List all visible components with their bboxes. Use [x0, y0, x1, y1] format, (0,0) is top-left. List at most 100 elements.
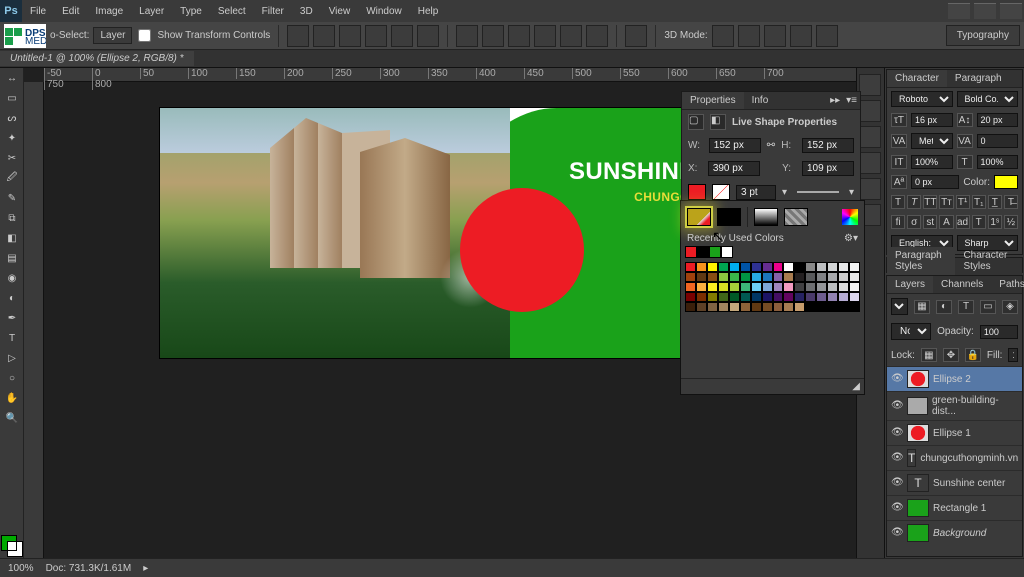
swatch-preset-pattern[interactable] [784, 208, 808, 226]
layer-row[interactable]: 👁Background [887, 520, 1022, 545]
link-wh-icon[interactable]: ⚯ [767, 140, 775, 151]
workspace-switcher[interactable]: Typography [946, 25, 1020, 46]
wand-tool-icon[interactable]: ✦ [0, 128, 24, 148]
brush-tool-icon[interactable]: ✎ [0, 188, 24, 208]
color-swatch[interactable] [707, 302, 718, 312]
path-tool-icon[interactable]: ▷ [0, 348, 24, 368]
filter-img-icon[interactable]: ▦ [914, 300, 930, 314]
gradient-tool-icon[interactable]: ▤ [0, 248, 24, 268]
color-swatch[interactable] [718, 302, 729, 312]
opacity-input[interactable] [980, 325, 1018, 339]
color-swatch[interactable] [696, 262, 707, 272]
color-swatch[interactable] [740, 262, 751, 272]
opentype-icon[interactable]: fi [891, 215, 905, 229]
color-swatch[interactable] [762, 292, 773, 302]
filter-shape-icon[interactable]: ▭ [980, 300, 996, 314]
color-swatch[interactable] [783, 302, 794, 312]
resize-grip-icon[interactable]: ◢ [852, 381, 860, 392]
menu-edit[interactable]: Edit [54, 2, 87, 21]
kerning-select[interactable]: Metrics [911, 133, 953, 149]
swatch-preset-solid[interactable] [717, 208, 741, 226]
panel-menu-icon[interactable]: ▾≡ [843, 92, 860, 109]
color-swatch[interactable] [794, 282, 805, 292]
font-family-select[interactable]: Roboto [891, 91, 953, 107]
filter-smart-icon[interactable]: ◈ [1002, 300, 1018, 314]
color-swatch[interactable] [685, 272, 696, 282]
smallcaps-icon[interactable]: Tᴛ [939, 195, 953, 209]
color-swatch[interactable] [751, 262, 762, 272]
lock-pixels-icon[interactable]: ▦ [921, 348, 937, 362]
color-swatch[interactable] [827, 282, 838, 292]
superscript-icon[interactable]: T¹ [956, 195, 970, 209]
menu-view[interactable]: View [321, 2, 359, 21]
menu-select[interactable]: Select [210, 2, 254, 21]
hand-tool-icon[interactable]: ✋ [0, 388, 24, 408]
color-swatch[interactable] [838, 262, 849, 272]
doc-info[interactable]: Doc: 731.3K/1.61M [46, 563, 132, 574]
color-swatch[interactable] [762, 302, 773, 312]
tab-paths[interactable]: Paths [991, 276, 1024, 293]
underline-icon[interactable]: T̲ [988, 195, 1002, 209]
recent-swatch[interactable] [721, 246, 733, 258]
3d-mode-icon[interactable] [816, 25, 838, 47]
color-swatch[interactable] [696, 272, 707, 282]
color-swatch[interactable] [794, 262, 805, 272]
color-swatch[interactable] [740, 302, 751, 312]
color-swatch[interactable] [685, 292, 696, 302]
tab-properties[interactable]: Properties [682, 92, 744, 109]
shape-tool-icon[interactable]: ○ [0, 368, 24, 388]
distribute-icon[interactable] [534, 25, 556, 47]
color-swatch[interactable] [849, 292, 860, 302]
font-size-input[interactable] [911, 113, 953, 127]
crop-tool-icon[interactable]: ✂ [0, 148, 24, 168]
color-swatch[interactable] [805, 262, 816, 272]
color-swatch[interactable] [827, 292, 838, 302]
tracking-input[interactable] [977, 134, 1019, 148]
adjustments-dock-icon[interactable] [859, 178, 881, 200]
color-swatch[interactable] [762, 272, 773, 282]
color-swatch[interactable] [718, 272, 729, 282]
color-swatch[interactable] [838, 272, 849, 282]
stroke-width-input[interactable] [736, 185, 776, 200]
ellipse-shape[interactable] [460, 188, 584, 312]
color-swatch[interactable] [696, 302, 707, 312]
3d-mode-icon[interactable] [790, 25, 812, 47]
y-input[interactable] [802, 161, 854, 176]
color-swatch[interactable] [773, 302, 784, 312]
show-transform-checkbox[interactable] [138, 29, 151, 42]
color-swatch[interactable] [729, 282, 740, 292]
maximize-button[interactable] [974, 3, 996, 19]
strike-icon[interactable]: T̶ [1004, 195, 1018, 209]
opentype-icon[interactable]: ½ [1004, 215, 1018, 229]
font-style-select[interactable]: Bold Co... [957, 91, 1019, 107]
recent-swatch[interactable] [697, 246, 709, 258]
color-swatch[interactable] [783, 272, 794, 282]
tab-info[interactable]: Info [744, 92, 777, 109]
stroke-color-swatch[interactable] [712, 184, 730, 200]
gear-icon[interactable]: ⚙▾ [844, 233, 858, 244]
tab-paragraph[interactable]: Paragraph [947, 70, 1010, 87]
info-chevron-icon[interactable]: ▸ [143, 563, 148, 574]
tab-paragraph-styles[interactable]: Paragraph Styles [887, 247, 955, 275]
text-color-swatch[interactable] [994, 175, 1018, 189]
color-swatch[interactable] [794, 272, 805, 282]
color-swatch[interactable] [816, 282, 827, 292]
menu-type[interactable]: Type [172, 2, 210, 21]
marquee-tool-icon[interactable]: ▭ [0, 88, 24, 108]
layer-row[interactable]: 👁Ellipse 1 [887, 420, 1022, 445]
color-swatch[interactable] [740, 272, 751, 282]
color-swatch[interactable] [773, 272, 784, 282]
color-swatch[interactable] [816, 302, 827, 312]
color-swatch[interactable] [849, 262, 860, 272]
visibility-icon[interactable]: 👁 [891, 452, 903, 464]
color-swatch[interactable] [849, 302, 860, 312]
stamp-tool-icon[interactable]: ⧉ [0, 208, 24, 228]
menu-image[interactable]: Image [87, 2, 131, 21]
color-swatch[interactable] [707, 282, 718, 292]
visibility-icon[interactable]: 👁 [891, 373, 903, 385]
distribute-icon[interactable] [586, 25, 608, 47]
filter-adj-icon[interactable]: ◐ [936, 300, 952, 314]
menu-window[interactable]: Window [358, 2, 410, 21]
visibility-icon[interactable]: 👁 [891, 400, 903, 412]
align-icon[interactable] [339, 25, 361, 47]
